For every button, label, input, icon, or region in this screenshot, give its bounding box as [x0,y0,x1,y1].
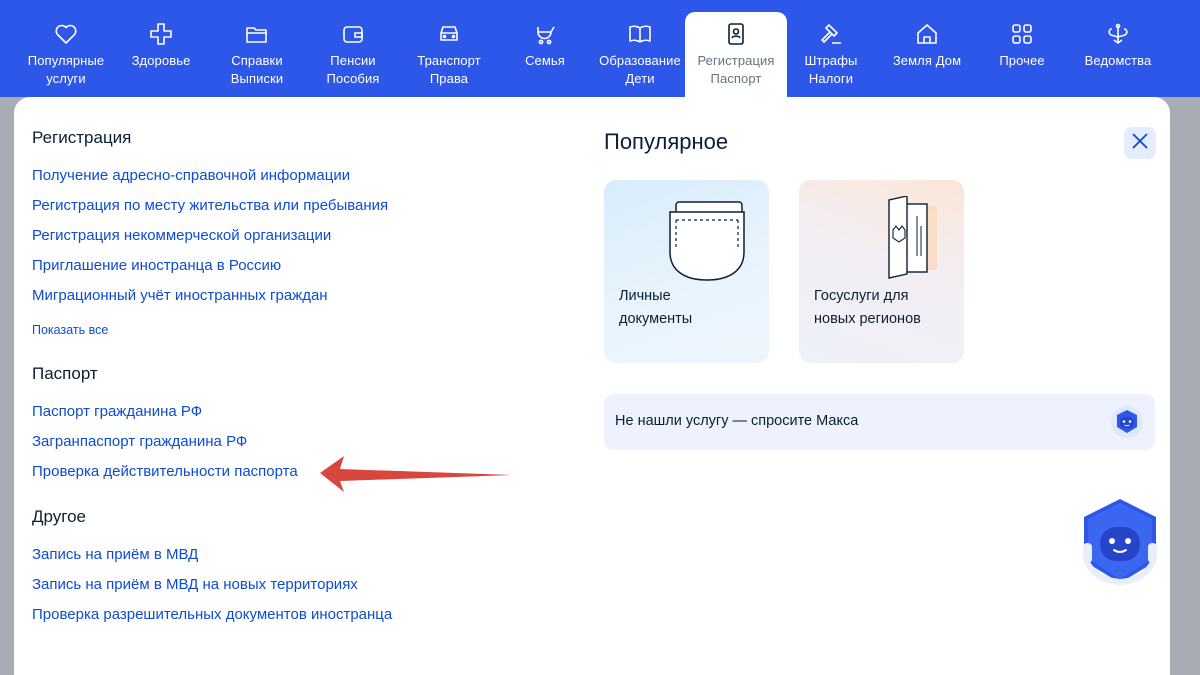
passport-book-icon [888,196,937,279]
link-address-info[interactable]: Получение адресно-справочной информации [32,167,350,184]
popular-title: Популярное [604,129,729,154]
close-icon [1131,132,1149,155]
ask-max-bar[interactable]: Не нашли услугу — спросите Макса [604,394,1155,450]
nav-label: Семья [525,53,565,68]
nav-label: Здоровье [131,53,191,68]
documents-pocket-icon [669,201,745,281]
grid-icon [1009,21,1035,47]
folder-icon [244,21,270,47]
nav-label: Регистрация Паспорт [697,53,775,86]
link-mvd-appointment[interactable]: Запись на приём в МВД [32,546,198,563]
link-mvd-new-territories[interactable]: Запись на приём в МВД на новых территори… [32,576,358,593]
wallet-icon [340,21,366,47]
max-assistant-avatar-icon [1111,406,1143,438]
link-nonprofit-registration[interactable]: Регистрация некоммерческой организации [32,227,331,244]
link-foreign-passport[interactable]: Загранпаспорт гражданина РФ [32,433,247,450]
red-arrow-annotation [320,456,512,492]
nav-item-popular[interactable]: Популярные услуги [17,12,115,97]
max-assistant-bot-button[interactable] [1080,497,1160,585]
section-title-passport: Паспорт [32,364,98,383]
card-label: Госуслуги для новых регионов [814,288,921,327]
gavel-icon [818,21,844,47]
nav-item-transport[interactable]: Транспорт Права [400,12,498,97]
link-foreigner-invitation[interactable]: Приглашение иностранца в Россию [32,257,281,274]
card-personal-documents[interactable]: Личные документы [604,180,769,363]
scrollbar[interactable] [1188,97,1200,675]
link-migration-registration[interactable]: Миграционный учёт иностранных граждан [32,287,328,304]
nav-item-certificates[interactable]: Справки Выписки [208,12,306,97]
nav-label: Образование Дети [599,53,681,86]
link-passport-rf[interactable]: Паспорт гражданина РФ [32,403,202,420]
show-all-link[interactable]: Показать все [32,323,108,337]
id-badge-icon [723,21,749,47]
nav-label: Справки Выписки [230,53,284,86]
link-residence-registration[interactable]: Регистрация по месту жительства или преб… [32,197,388,214]
stroller-icon [532,21,558,47]
section-title-registration: Регистрация [32,128,132,147]
nav-item-pensions[interactable]: Пенсии Пособия [304,12,402,97]
link-passport-validity[interactable]: Проверка действительности паспорта [32,463,298,480]
nav-item-land[interactable]: Земля Дом [878,12,976,97]
nav-item-other[interactable]: Прочее [973,12,1071,97]
nav-label: Транспорт Права [417,53,481,86]
heart-icon [53,21,79,47]
section-title-other: Другое [32,507,87,526]
nav-label: Популярные услуги [27,53,105,86]
nav-label: Пенсии Пособия [326,53,380,86]
nav-item-departments[interactable]: Ведомства [1068,12,1168,97]
nav-label: Ведомства [1084,53,1152,68]
nav-label: Прочее [999,53,1045,68]
nav-item-health[interactable]: Здоровье [112,12,210,97]
nav-item-family[interactable]: Семья [496,12,594,97]
card-label: Личные документы [619,288,693,327]
car-icon [436,21,462,47]
nav-item-fines[interactable]: Штрафы Налоги [782,12,880,97]
nav-item-education[interactable]: Образование Дети [591,12,689,97]
close-button[interactable] [1124,127,1156,159]
house-icon [914,21,940,47]
top-navigation: Популярные услуги Здоровье Справки Выпис… [0,0,1200,104]
link-foreigner-permits[interactable]: Проверка разрешительных документов иност… [32,606,392,623]
book-icon [627,21,653,47]
card-new-regions[interactable]: Госуслуги для новых регионов [799,180,964,363]
nav-item-registration-active[interactable]: Регистрация Паспорт [685,12,787,104]
nav-label: Земля Дом [892,53,962,68]
ask-max-text: Не нашли услугу — спросите Макса [615,413,859,429]
nav-label: Штрафы Налоги [804,53,858,86]
plus-cross-icon [148,21,174,47]
emblem-icon [1105,21,1131,47]
